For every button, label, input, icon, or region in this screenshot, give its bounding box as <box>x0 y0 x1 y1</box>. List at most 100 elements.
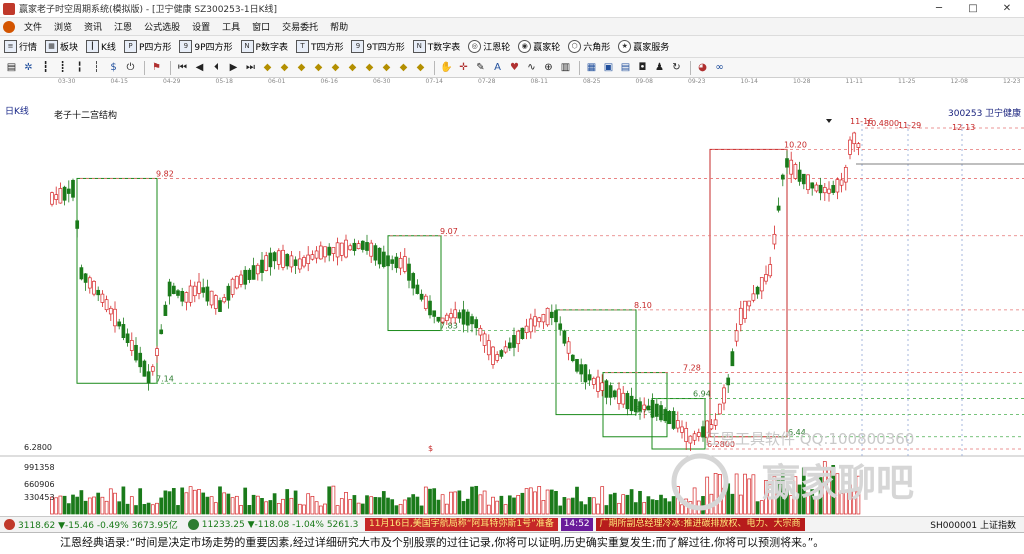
text-icon[interactable]: A <box>490 61 505 75</box>
play-left-icon[interactable]: ⏴ <box>209 61 224 75</box>
hand-icon[interactable]: ✋ <box>439 61 454 75</box>
volume-bar <box>331 485 336 515</box>
next-icon[interactable]: ▶ <box>226 61 241 75</box>
sh-index-icon <box>4 519 15 530</box>
prev-icon[interactable]: ◀ <box>192 61 207 75</box>
heart-icon[interactable]: ♥ <box>507 61 522 75</box>
candle-body <box>318 245 323 260</box>
toolbar-gann-wheel[interactable]: ◎ 江恩轮 <box>468 40 510 53</box>
toolbar-p-table[interactable]: N P数字表 <box>240 40 288 53</box>
volume-bar <box>146 502 151 515</box>
candle-body <box>617 388 621 404</box>
diamond-5-icon[interactable]: ◆ <box>328 61 343 75</box>
candle-body <box>642 404 647 410</box>
menu-info[interactable]: 资讯 <box>78 20 108 33</box>
bars-icon[interactable]: ┇ <box>38 61 53 75</box>
menu-help[interactable]: 帮助 <box>324 20 354 33</box>
candle-body <box>461 309 466 325</box>
sz-index-status[interactable]: 11233.25 ▼-118.08 -1.04% 5261.3 <box>202 520 359 530</box>
winner-wheel-icon: ◉ <box>518 40 532 53</box>
indicator-title: 老子十二宫结构 <box>54 109 117 121</box>
chart-icon[interactable]: ▥ <box>558 61 573 75</box>
diamond-9-icon[interactable]: ◆ <box>396 61 411 75</box>
wave-icon[interactable]: ∿ <box>524 61 539 75</box>
toolbar-t-table[interactable]: N T数字表 <box>412 40 460 53</box>
print-icon[interactable]: ▤ <box>618 61 633 75</box>
volume-bar <box>163 490 168 515</box>
refresh-icon[interactable]: ↻ <box>669 61 684 75</box>
toolbar-t-square[interactable]: T T四方形 <box>295 40 343 53</box>
volume-bar <box>650 499 655 515</box>
diamond-8-icon[interactable]: ◆ <box>379 61 394 75</box>
candle-body <box>390 259 395 264</box>
index-selector[interactable]: SH000001 上证指数 <box>930 518 1016 531</box>
candle-body <box>62 186 67 201</box>
pencil-icon[interactable]: ✎ <box>473 61 488 75</box>
first-icon[interactable]: ⏮ <box>175 61 190 75</box>
diamond-4-icon[interactable]: ◆ <box>311 61 326 75</box>
infinity-icon[interactable]: ∞ <box>712 61 727 75</box>
news-ticker[interactable]: 11月16日,美国宇航局称“阿耳特弥斯1号”准备 14:52 广期所副总经理冷冰… <box>365 518 910 531</box>
app-window: 赢家老子时空周期系统(模拟版) - [卫宁健康 SZ300253-1日K线] ─… <box>0 0 1024 554</box>
bars4-icon[interactable]: ┆ <box>89 61 104 75</box>
dollar-icon[interactable]: $ <box>106 61 121 75</box>
candle-body <box>134 344 138 361</box>
diamond-3-icon[interactable]: ◆ <box>294 61 309 75</box>
power-icon[interactable]: ⏻ <box>123 61 138 75</box>
volume-bar <box>457 490 462 515</box>
maximize-button[interactable]: □ <box>956 0 990 18</box>
layout-icon[interactable]: ▤ <box>4 61 19 75</box>
candle-body <box>100 293 105 303</box>
menu-tools[interactable]: 工具 <box>216 20 246 33</box>
toolbar-service[interactable]: ★ 赢家服务 <box>618 40 669 53</box>
kline-chart[interactable]: 老子十二宫结构 300253 卫宁健康 9.82 9.07 8.10 7.28 7.14… <box>0 104 1024 516</box>
bars2-icon[interactable]: ┋ <box>55 61 70 75</box>
menu-file[interactable]: 文件 <box>18 20 48 33</box>
candle-body <box>591 377 596 385</box>
menu-browse[interactable]: 浏览 <box>48 20 78 33</box>
save-icon[interactable]: ▣ <box>601 61 616 75</box>
menu-gann[interactable]: 江恩 <box>108 20 138 33</box>
toolbar-p-square[interactable]: P P四方形 <box>123 40 171 53</box>
toolbar-kline[interactable]: ┃ K线 <box>86 40 116 53</box>
bars3-icon[interactable]: ╏ <box>72 61 87 75</box>
toolbar-9p-square[interactable]: 9 9P四方形 <box>179 40 233 53</box>
last-icon[interactable]: ⏭ <box>243 61 258 75</box>
car-icon[interactable]: ◘ <box>635 61 650 75</box>
diamond-6-icon[interactable]: ◆ <box>345 61 360 75</box>
volume-bar <box>92 496 96 515</box>
menu-trade[interactable]: 交易委托 <box>276 20 324 33</box>
candle-body <box>453 309 458 319</box>
toolbar-hexagon[interactable]: ⬡ 六角形 <box>568 40 610 53</box>
candle-body <box>491 346 495 365</box>
flag-icon[interactable]: ⚑ <box>149 61 164 75</box>
candle-body <box>768 264 773 277</box>
sh-index-status[interactable]: 3118.62 ▼-15.46 -0.49% 3673.95亿 <box>18 518 178 531</box>
close-button[interactable]: ✕ <box>990 0 1024 18</box>
volume-bar <box>83 500 88 515</box>
toolbar-winner-wheel[interactable]: ◉ 赢家轮 <box>518 40 560 53</box>
people-icon[interactable]: ♟ <box>652 61 667 75</box>
menu-window[interactable]: 窗口 <box>246 20 276 33</box>
toolbar-9t-square[interactable]: 9 9T四方形 <box>351 40 405 53</box>
menu-settings[interactable]: 设置 <box>186 20 216 33</box>
diamond-7-icon[interactable]: ◆ <box>362 61 377 75</box>
candle-body <box>730 351 735 367</box>
diamond-10-icon[interactable]: ◆ <box>413 61 428 75</box>
toolbar-quotes[interactable]: ≡ 行情 <box>4 40 37 53</box>
news-item-1[interactable]: 11月16日,美国宇航局称“阿耳特弥斯1号”准备 <box>365 518 558 531</box>
news-item-2[interactable]: 广期所副总经理冷冰:推进碳排放权、电力、大宗商 <box>595 518 805 531</box>
volume-bar <box>365 495 369 515</box>
compass-icon[interactable]: ✲ <box>21 61 36 75</box>
cross-icon[interactable]: ✛ <box>456 61 471 75</box>
calc-icon[interactable]: ▦ <box>584 61 599 75</box>
candle-body <box>818 184 823 194</box>
zoom-icon[interactable]: ⊕ <box>541 61 556 75</box>
pie-icon[interactable]: ◕ <box>695 61 710 75</box>
diamond-1-icon[interactable]: ◆ <box>260 61 275 75</box>
minimize-button[interactable]: ─ <box>922 0 956 18</box>
diamond-2-icon[interactable]: ◆ <box>277 61 292 75</box>
toolbar-sectors[interactable]: ▦ 板块 <box>45 40 78 53</box>
menu-formula[interactable]: 公式选股 <box>138 20 186 33</box>
candle-body <box>440 317 445 323</box>
